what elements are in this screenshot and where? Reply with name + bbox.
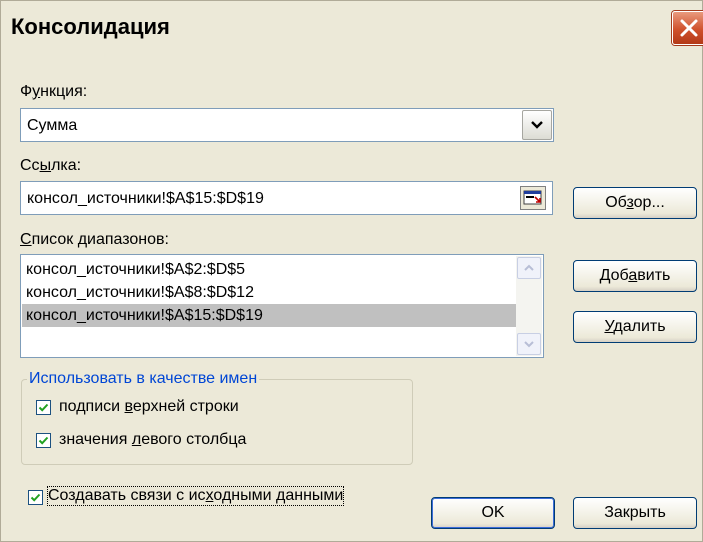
ranges-list[interactable]: консол_источники!$A$2:$D$5 консол_источн… (20, 254, 544, 358)
ranges-scrollbar[interactable] (516, 256, 542, 356)
checkmark-icon (38, 436, 49, 445)
checkmark-icon (38, 403, 49, 412)
function-label: Функция: (20, 83, 88, 100)
add-button[interactable]: Добавить (573, 260, 697, 292)
reference-input[interactable]: консол_источники!$A$15:$D$19 (20, 181, 553, 215)
use-names-group-title: Использовать в качестве имен (27, 370, 260, 388)
close-window-button[interactable] (672, 11, 703, 45)
title-bar[interactable]: Консолидация (1, 1, 702, 53)
checkmark-icon (30, 493, 41, 502)
use-names-group (21, 379, 413, 465)
delete-button[interactable]: Удалить (573, 311, 697, 343)
scroll-up-button[interactable] (517, 257, 541, 279)
create-links-label[interactable]: Создавать связи с исходными данными (46, 486, 345, 506)
reference-value: консол_источники!$A$15:$D$19 (27, 190, 264, 207)
top-row-label[interactable]: подписи верхней строки (59, 398, 239, 416)
close-button[interactable]: Закрыть (573, 497, 697, 529)
ok-button[interactable]: OK (431, 497, 555, 529)
browse-button[interactable]: Обзор... (573, 187, 697, 219)
chevron-down-icon (531, 121, 543, 129)
scroll-up-icon (524, 264, 534, 271)
close-icon (680, 19, 698, 37)
create-links-checkbox[interactable] (28, 490, 43, 505)
reference-label: Ссылка: (20, 157, 82, 174)
function-select[interactable]: Сумма (20, 108, 554, 142)
function-value: Сумма (27, 117, 78, 134)
list-item[interactable]: консол_источники!$A$8:$D$12 (22, 281, 518, 304)
left-column-checkbox[interactable] (36, 433, 51, 448)
consolidation-dialog: Консолидация Функция: Сумма Ссылка: конс… (0, 0, 703, 542)
top-row-checkbox[interactable] (36, 400, 51, 415)
ranges-label: Список диапазонов: (20, 231, 169, 248)
function-dropdown-button[interactable] (522, 110, 552, 140)
list-item-selected[interactable]: консол_источники!$A$15:$D$19 (22, 304, 518, 327)
scroll-down-icon (524, 341, 534, 348)
left-column-label[interactable]: значения левого столбца (59, 431, 246, 449)
scroll-down-button[interactable] (517, 333, 541, 355)
collapse-dialog-icon (523, 190, 542, 205)
dialog-title: Консолидация (11, 14, 170, 39)
list-item[interactable]: консол_источники!$A$2:$D$5 (22, 258, 518, 281)
collapse-dialog-button[interactable] (520, 186, 546, 210)
